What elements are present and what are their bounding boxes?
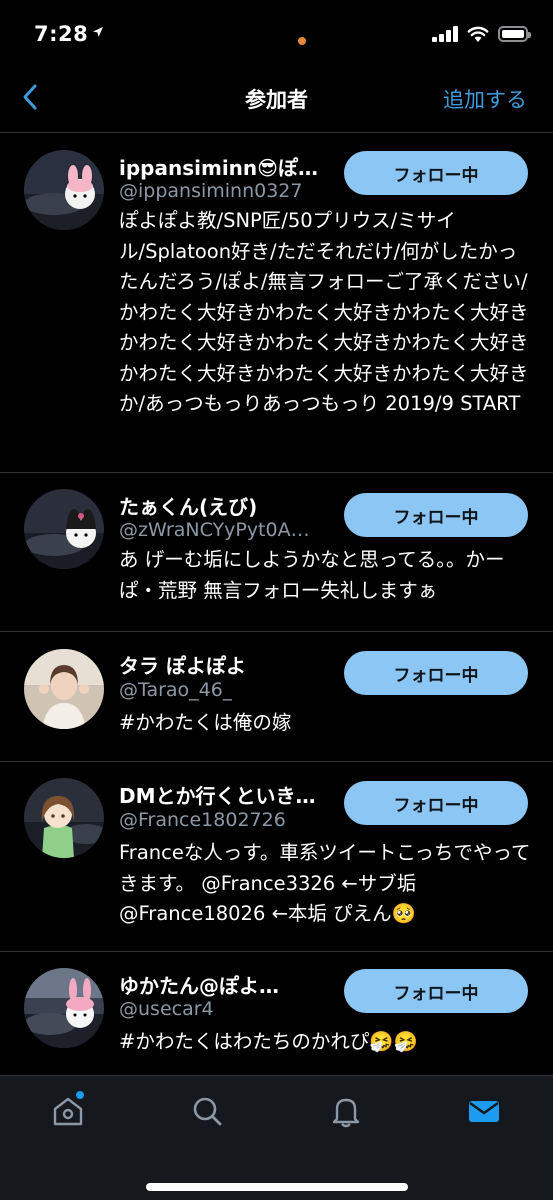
member-handle: @usecar4: [119, 998, 214, 1020]
member-handle: @ippansiminn0327: [119, 180, 303, 202]
member-name: ippansiminn😎ぽ…: [119, 156, 319, 180]
member-name: たぁくん(えび): [119, 495, 258, 519]
location-arrow-icon: [93, 27, 103, 37]
avatar[interactable]: [24, 968, 104, 1048]
avatar[interactable]: [24, 649, 104, 729]
member-name: DMとか行くといき…: [119, 784, 316, 808]
nav-bar: 参加者 追加する: [0, 62, 553, 133]
wifi-icon: [467, 26, 489, 42]
avatar[interactable]: [24, 778, 104, 858]
home-icon[interactable]: [51, 1094, 85, 1128]
list-item[interactable]: たぁくん(えび) @zWraNCYyPyt0A… フォロー中 あ げーむ垢にしよ…: [0, 473, 553, 632]
member-bio: #かわたくは俺の嫁: [119, 711, 292, 734]
screen: 7:28 参加者 追加する ippansiminn😎ぽ… @ippansimin…: [0, 0, 553, 1200]
avatar[interactable]: [24, 489, 104, 569]
list-item[interactable]: ippansiminn😎ぽ… @ippansiminn0327 フォロー中 ぽよ…: [0, 134, 553, 473]
avatar[interactable]: [24, 150, 104, 230]
privacy-indicator-dot: [298, 37, 306, 45]
following-button[interactable]: フォロー中: [344, 969, 528, 1013]
list-item[interactable]: タラ ぽよぽよ @Tarao_46_ フォロー中 #かわたくは俺の嫁: [0, 632, 553, 762]
member-handle: @Tarao_46_: [119, 679, 233, 701]
status-bar: 7:28: [0, 0, 553, 62]
member-handle: @zWraNCYyPyt0A…: [119, 519, 310, 541]
following-button[interactable]: フォロー中: [344, 151, 528, 195]
member-list: ippansiminn😎ぽ… @ippansiminn0327 フォロー中 ぽよ…: [0, 134, 553, 1075]
member-name: タラ ぽよぽよ: [119, 654, 246, 678]
list-item[interactable]: DMとか行くといき… @France1802726 フォロー中 Franceな人…: [0, 762, 553, 952]
following-button[interactable]: フォロー中: [344, 651, 528, 695]
add-button[interactable]: 追加する: [443, 84, 527, 114]
notification-dot: [76, 1091, 84, 1099]
member-bio: #かわたくはわたちのかれぴ🤧🤧: [119, 1030, 418, 1053]
status-time: 7:28: [34, 22, 89, 46]
signal-icon: [432, 26, 458, 42]
member-bio: あ げーむ垢にしようかなと思ってる。。かーぱ・荒野 無言フォロー失礼しますぁ: [119, 548, 505, 602]
member-bio: ぽよぽよ教/SNP匠/50プリウス/ミサイル/Splatoon好き/ただそれだけ…: [119, 209, 529, 415]
member-name: ゆかたん@ぽよ…: [119, 974, 279, 998]
bell-icon[interactable]: [329, 1094, 363, 1128]
tab-bar: [0, 1075, 553, 1200]
following-button[interactable]: フォロー中: [344, 493, 528, 537]
mail-icon[interactable]: [467, 1094, 501, 1128]
following-button[interactable]: フォロー中: [344, 781, 528, 825]
member-handle: @France1802726: [119, 809, 286, 831]
search-icon[interactable]: [190, 1094, 224, 1128]
list-item[interactable]: ゆかたん@ぽよ… @usecar4 フォロー中 #かわたくはわたちのかれぴ🤧🤧: [0, 952, 553, 1075]
battery-icon: [498, 26, 531, 42]
home-indicator: [146, 1183, 408, 1191]
member-bio: Franceな人っす。車系ツイートこっちでやってきます。 @France3326…: [119, 841, 531, 925]
